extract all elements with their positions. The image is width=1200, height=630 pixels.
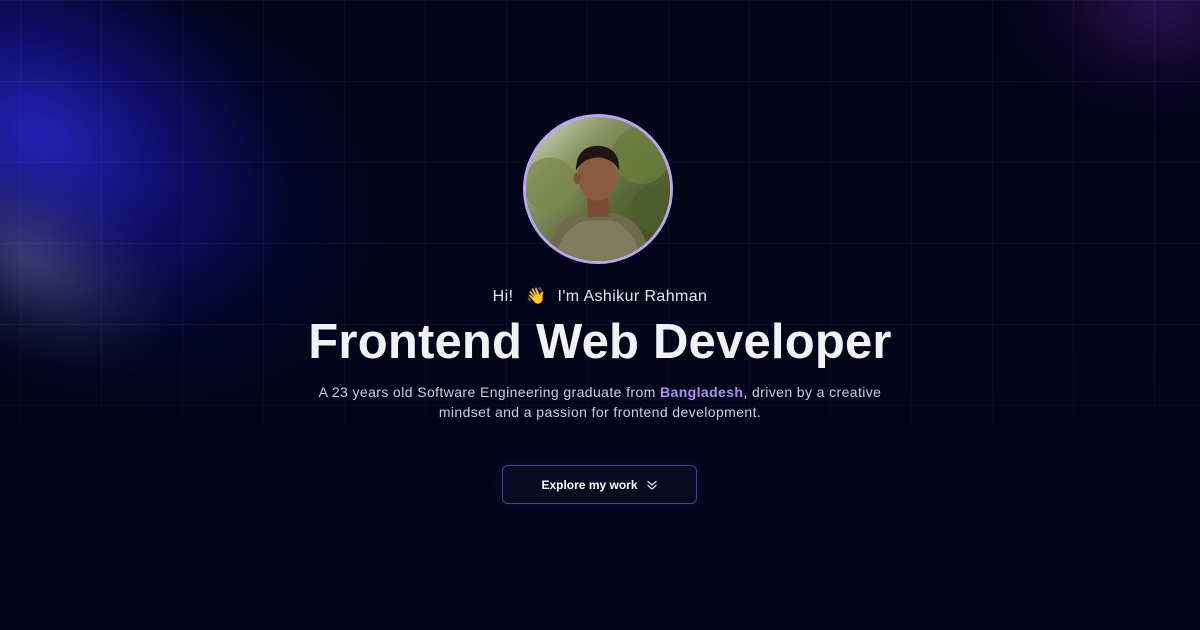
bio-highlight-country: Bangladesh bbox=[660, 384, 744, 400]
page-title: Frontend Web Developer bbox=[308, 315, 892, 369]
bio-text: A 23 years old Software Engineering grad… bbox=[300, 382, 900, 422]
greeting-prefix: Hi! bbox=[492, 288, 514, 305]
explore-my-work-label: Explore my work bbox=[541, 477, 638, 492]
profile-avatar bbox=[523, 114, 673, 264]
greeting-name: I'm Ashikur Rahman bbox=[557, 288, 708, 305]
hero-page: Hi! 👋 I'm Ashikur Rahman Frontend Web De… bbox=[0, 0, 1200, 630]
bio-text-start: A 23 years old Software Engineering grad… bbox=[318, 384, 661, 400]
greeting: Hi! 👋 I'm Ashikur Rahman bbox=[0, 286, 1200, 306]
profile-photo-illustration bbox=[526, 117, 670, 261]
explore-my-work-button[interactable]: Explore my work bbox=[502, 465, 697, 504]
waving-hand-icon: 👋 bbox=[526, 288, 547, 305]
chevrons-down-icon bbox=[646, 480, 657, 490]
